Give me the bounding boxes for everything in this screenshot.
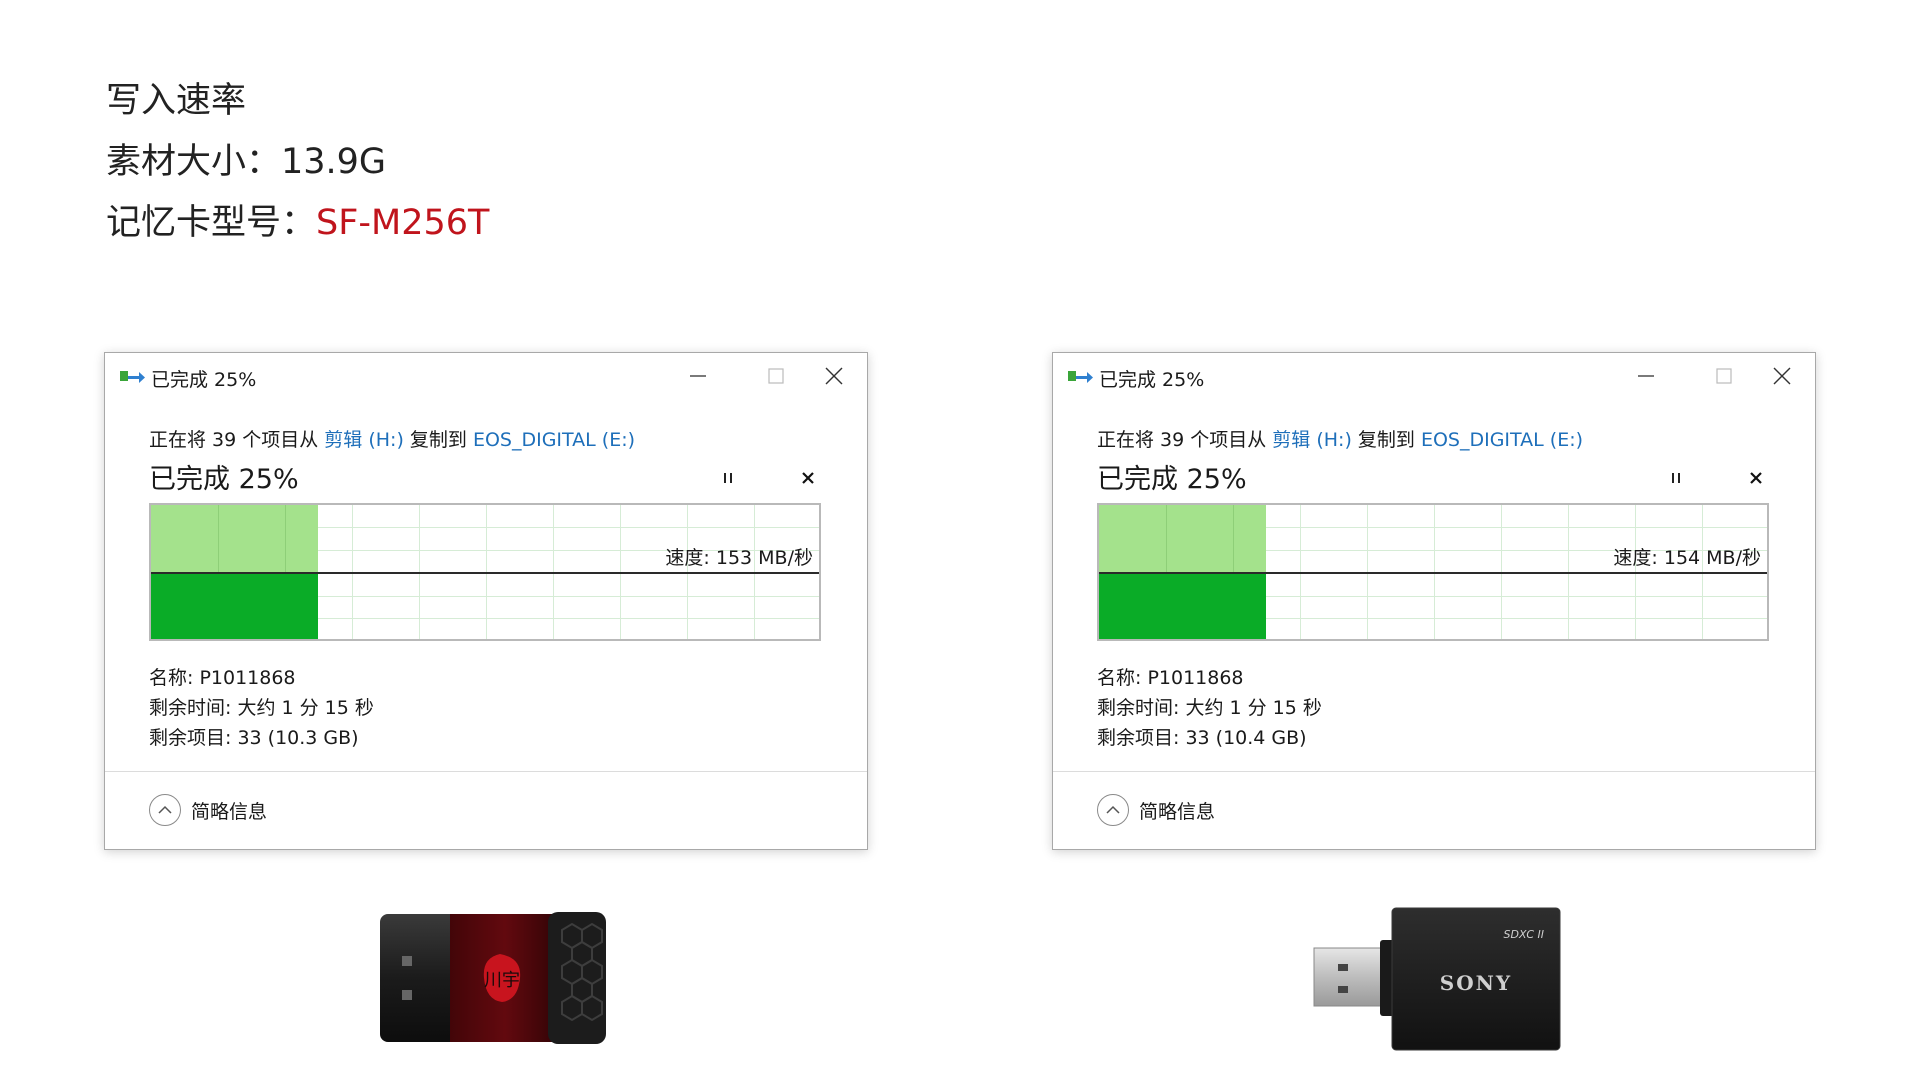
destination-link[interactable]: EOS_DIGITAL (E:) <box>473 429 635 451</box>
minimize-button[interactable] <box>1617 359 1675 393</box>
source-link[interactable]: 剪辑 (H:) <box>1272 429 1352 451</box>
window-title: 已完成 25% <box>1099 369 1205 391</box>
title-bar[interactable]: 已完成 25% <box>105 353 867 399</box>
close-button[interactable] <box>805 359 863 393</box>
speed-label: 速度: 154 MB/秒 <box>1613 547 1761 569</box>
copy-description: 正在将 39 个项目从 剪辑 (H:) 复制到 EOS_DIGITAL (E:) <box>1097 425 1583 452</box>
transfer-speed-graph: 速度: 153 MB/秒 <box>149 503 821 641</box>
dialog-footer: 简略信息 <box>1053 771 1815 849</box>
fewer-details-label: 简略信息 <box>1139 800 1216 823</box>
chevron-up-icon <box>149 794 181 826</box>
maximize-button[interactable] <box>747 359 805 393</box>
pause-button[interactable] <box>1661 465 1691 491</box>
close-button[interactable] <box>1753 359 1811 393</box>
speed-line <box>151 572 819 574</box>
speed-line <box>1099 572 1767 574</box>
fewer-details-button[interactable]: 简略信息 <box>1097 794 1215 826</box>
cancel-icon <box>802 472 814 484</box>
progress-heading: 已完成 25% <box>1097 464 1247 495</box>
items-remaining: 剩余项目: 33 (10.3 GB) <box>149 727 359 749</box>
time-remaining: 剩余时间: 大约 1 分 15 秒 <box>1097 697 1322 719</box>
source-link[interactable]: 剪辑 (H:) <box>324 429 404 451</box>
cancel-copy-button[interactable] <box>793 465 823 491</box>
desc-mid: 复制到 <box>1351 429 1421 451</box>
progress-fill-light <box>151 505 318 573</box>
close-icon <box>825 367 843 385</box>
dialog-footer: 简略信息 <box>105 771 867 849</box>
chevron-up-icon <box>1097 794 1129 826</box>
desc-mid: 复制到 <box>403 429 473 451</box>
file-name: 名称: P1011868 <box>1097 667 1244 689</box>
material-size-label: 素材大小：13.9G <box>106 142 387 182</box>
maximize-icon <box>768 368 784 384</box>
usb-card-reader-right: SONY SDXC II <box>1313 907 1561 1051</box>
pause-button[interactable] <box>713 465 743 491</box>
title-bar[interactable]: 已完成 25% <box>1053 353 1815 399</box>
left-device-brand: 川宇 <box>484 970 520 991</box>
transfer-speed-graph: 速度: 154 MB/秒 <box>1097 503 1769 641</box>
items-remaining: 剩余项目: 33 (10.4 GB) <box>1097 727 1307 749</box>
desc-prefix: 正在将 39 个项目从 <box>1097 429 1273 451</box>
progress-fill-dark <box>151 573 318 639</box>
header-title: 写入速率 <box>106 81 247 121</box>
sdxc-badge: SDXC II <box>1504 928 1544 941</box>
card-model-line: 记忆卡型号：SF-M256T <box>106 194 489 245</box>
fewer-details-label: 简略信息 <box>191 800 268 823</box>
copy-progress-dialog-right: 已完成 25% 正在将 39 个项目从 剪辑 (H:) 复制到 EOS_DIGI… <box>1052 352 1816 850</box>
speed-label: 速度: 153 MB/秒 <box>665 547 813 569</box>
copy-description: 正在将 39 个项目从 剪辑 (H:) 复制到 EOS_DIGITAL (E:) <box>149 425 635 452</box>
sony-logo: SONY <box>1440 971 1512 995</box>
minimize-icon <box>1638 375 1654 377</box>
maximize-icon <box>1716 368 1732 384</box>
pause-icon <box>1672 473 1680 483</box>
file-name: 名称: P1011868 <box>149 667 296 689</box>
usb-card-reader-left: 川宇 <box>380 912 606 1044</box>
fewer-details-button[interactable]: 简略信息 <box>149 794 267 826</box>
pause-icon <box>724 473 732 483</box>
copy-progress-dialog-left: 已完成 25% 正在将 39 个项目从 剪辑 (H:) 复制到 EOS_DIGI… <box>104 352 868 850</box>
file-copy-icon <box>120 371 145 383</box>
time-remaining: 剩余时间: 大约 1 分 15 秒 <box>149 697 374 719</box>
desc-prefix: 正在将 39 个项目从 <box>149 429 325 451</box>
progress-fill-dark <box>1099 573 1266 639</box>
cancel-icon <box>1750 472 1762 484</box>
minimize-icon <box>690 375 706 377</box>
card-model-value: SF-M256T <box>316 203 490 243</box>
progress-fill-light <box>1099 505 1266 573</box>
file-copy-icon <box>1068 371 1093 383</box>
window-title: 已完成 25% <box>151 369 257 391</box>
progress-heading: 已完成 25% <box>149 464 299 495</box>
destination-link[interactable]: EOS_DIGITAL (E:) <box>1421 429 1583 451</box>
close-icon <box>1773 367 1791 385</box>
card-model-label: 记忆卡型号： <box>106 203 317 243</box>
cancel-copy-button[interactable] <box>1741 465 1771 491</box>
minimize-button[interactable] <box>669 359 727 393</box>
maximize-button[interactable] <box>1695 359 1753 393</box>
